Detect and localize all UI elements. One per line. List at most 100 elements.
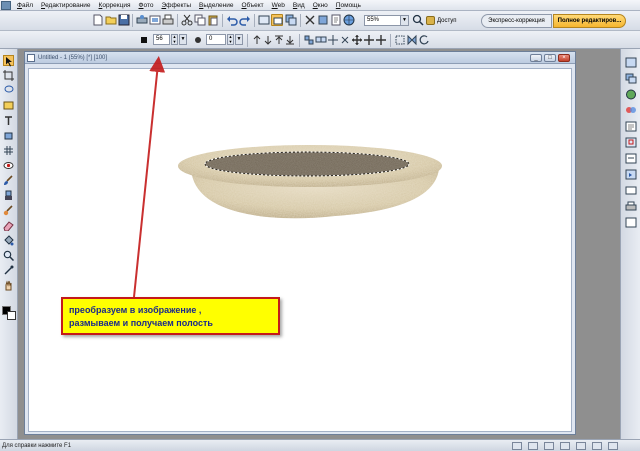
eraser-icon[interactable] (3, 220, 14, 231)
pick-tool-icon[interactable] (3, 55, 14, 67)
menu-file[interactable]: Файл (13, 0, 37, 11)
menu-help[interactable]: Помощь (332, 0, 365, 11)
print-icon[interactable] (162, 14, 174, 26)
redo-icon[interactable] (239, 14, 251, 26)
lasso-icon[interactable] (3, 85, 14, 96)
brush-icon[interactable] (3, 175, 14, 186)
docker-web-icon[interactable] (625, 185, 637, 196)
save-icon[interactable] (118, 14, 130, 26)
tab-full-editor[interactable]: Полное редактиров... (553, 14, 626, 28)
photo-icon[interactable] (271, 14, 283, 26)
document-titlebar[interactable]: Untitled - 1 (55%) [*] [100] _ □ × (25, 52, 575, 64)
undo-icon[interactable] (226, 14, 238, 26)
copy-icon[interactable] (194, 14, 206, 26)
grid-icon[interactable] (3, 145, 14, 156)
opacity-dropdown[interactable]: ▼ (235, 34, 243, 45)
docker-channels-icon[interactable] (625, 105, 637, 116)
menu-view[interactable]: Вид (289, 0, 309, 11)
status-layers-icon[interactable] (528, 442, 538, 450)
menu-object[interactable]: Объект (237, 0, 267, 11)
docker-script-icon[interactable] (625, 169, 637, 180)
docker-object-icon[interactable] (625, 57, 637, 68)
menu-photo[interactable]: Фото (135, 0, 158, 11)
move-icon-2[interactable] (363, 34, 375, 46)
access-button[interactable]: Доступ (424, 15, 474, 27)
tab-express-correction[interactable]: Экспресс-коррекция (481, 14, 552, 28)
callout-line-2: размываем и получаем полость (69, 318, 213, 328)
menu-adjust[interactable]: Коррекция (95, 0, 135, 11)
text-icon[interactable] (3, 115, 14, 126)
menu-window[interactable]: Окно (309, 0, 332, 11)
full-screen-icon[interactable] (258, 14, 270, 26)
menu-edit[interactable]: Редактирование (37, 0, 95, 11)
layers-icon[interactable] (285, 14, 297, 26)
docker-info-icon[interactable] (625, 153, 637, 164)
zoom-icon[interactable] (412, 14, 424, 26)
status-help-icon[interactable] (608, 442, 618, 450)
docker-text-icon[interactable] (625, 217, 637, 228)
status-web-icon[interactable] (592, 442, 602, 450)
transparency-icon (192, 34, 204, 46)
crop-icon[interactable] (3, 70, 14, 81)
eyedropper-icon[interactable] (3, 265, 14, 276)
mask-icon[interactable] (304, 14, 316, 26)
fill-icon[interactable] (3, 235, 14, 246)
docker-nav-icon[interactable] (625, 137, 637, 148)
menu-bar: Файл Редактирование Коррекция Фото Эффек… (0, 0, 640, 11)
status-print-icon[interactable] (576, 442, 586, 450)
scanner-icon[interactable] (136, 14, 148, 26)
send-back-icon[interactable] (284, 34, 296, 46)
document-title: Untitled - 1 (55%) [*] [100] (38, 55, 108, 61)
new-icon[interactable] (92, 14, 104, 26)
zoom-combo[interactable]: 55% ▼ (364, 15, 409, 26)
size-stepper[interactable]: ▲ ▼ (171, 34, 178, 45)
image-canvas[interactable] (28, 68, 572, 432)
docker-print-icon[interactable] (625, 201, 637, 212)
browse-icon[interactable] (149, 14, 161, 26)
minimize-button[interactable]: _ (530, 54, 542, 62)
docker-layers-icon[interactable] (625, 73, 637, 84)
menu-web[interactable]: Web (268, 0, 289, 11)
group-icon[interactable] (315, 34, 327, 46)
close-button[interactable]: × (558, 54, 570, 62)
docker-history-icon[interactable] (625, 121, 637, 132)
maximize-button[interactable]: □ (544, 54, 556, 62)
rotate-icon[interactable] (418, 34, 430, 46)
status-color-icon[interactable] (544, 442, 554, 450)
clone-icon[interactable] (3, 190, 14, 201)
docker-palette (620, 49, 640, 439)
script-icon[interactable] (330, 14, 342, 26)
opacity-input[interactable]: 0 (206, 34, 226, 45)
web-icon[interactable] (343, 14, 355, 26)
size-input[interactable]: 56 (153, 34, 170, 45)
toolbox (0, 49, 18, 439)
shape-icon[interactable] (3, 130, 14, 141)
transform-icon[interactable] (394, 34, 406, 46)
chevron-down-icon[interactable]: ▼ (400, 16, 408, 25)
object-icon[interactable] (317, 14, 329, 26)
menu-selection[interactable]: Выделение (195, 0, 237, 11)
distribute-v-icon[interactable] (339, 34, 351, 46)
zoom-tool-icon[interactable] (3, 250, 14, 261)
status-grid-icon[interactable] (512, 442, 522, 450)
effect-brush-icon[interactable] (3, 205, 14, 216)
mask-tool-icon[interactable] (3, 100, 14, 111)
move-icon-3[interactable] (375, 34, 387, 46)
menu-effects[interactable]: Эффекты (157, 0, 195, 11)
status-info-icon[interactable] (560, 442, 570, 450)
hand-tool-icon[interactable] (3, 280, 14, 291)
cut-icon[interactable] (181, 14, 193, 26)
docker-color-icon[interactable] (625, 89, 637, 100)
paste-icon[interactable] (207, 14, 219, 26)
size-dropdown[interactable]: ▼ (179, 34, 187, 45)
background-color-swatch[interactable] (7, 311, 16, 320)
distribute-icon[interactable] (327, 34, 339, 46)
red-eye-icon[interactable] (3, 160, 14, 171)
move-icon[interactable] (351, 34, 363, 46)
status-text: Для справки нажмите F1 (2, 443, 72, 449)
opacity-stepper[interactable]: ▲ ▼ (227, 34, 234, 45)
app-icon[interactable] (1, 0, 11, 10)
flip-icon[interactable] (406, 34, 418, 46)
open-icon[interactable] (105, 14, 117, 26)
align-icon[interactable] (303, 34, 315, 46)
